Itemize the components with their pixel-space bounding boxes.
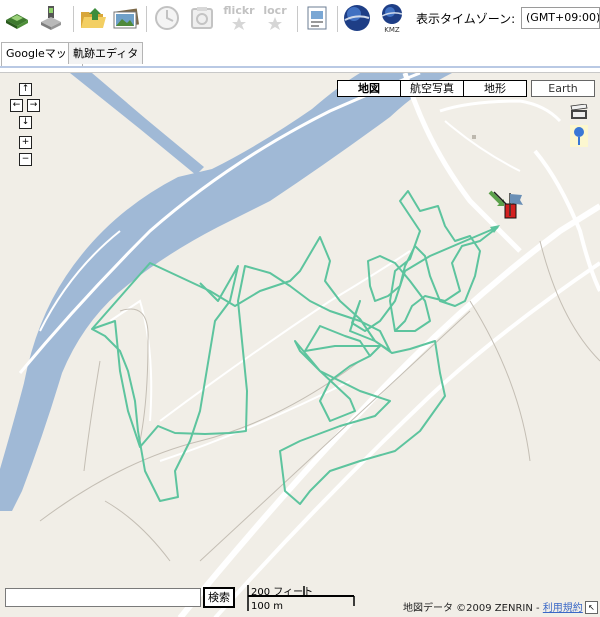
map-view[interactable]: ↑ ← → ↓ + − 地図 航空写真 地形 Earth 検索 200 フィート… bbox=[0, 72, 600, 617]
river-inlet bbox=[70, 73, 204, 175]
toolbar-separator bbox=[73, 6, 74, 32]
google-earth-icon[interactable] bbox=[342, 3, 372, 33]
locr-icon[interactable]: locr bbox=[258, 3, 292, 33]
pan-down-button[interactable]: ↓ bbox=[19, 116, 32, 129]
clock-icon[interactable] bbox=[152, 3, 182, 33]
scale-imperial: 200 フィート bbox=[251, 587, 314, 598]
document-icon[interactable] bbox=[302, 3, 332, 33]
search-button[interactable]: 検索 bbox=[203, 587, 235, 608]
search-input[interactable] bbox=[5, 588, 201, 607]
toolbar-separator bbox=[146, 6, 147, 32]
toolbar-separator bbox=[297, 6, 298, 32]
pan-left-button[interactable]: ← bbox=[10, 99, 23, 112]
toolbar: flickr locr KMZ 表示タイムゾーン: (GMT+09:00) bbox=[0, 0, 600, 41]
path bbox=[104, 500, 171, 562]
road bbox=[439, 99, 562, 123]
toolbar-separator bbox=[337, 6, 338, 32]
timezone-select[interactable]: (GMT+09:00) 大 bbox=[521, 7, 600, 29]
timezone-label: 表示タイムゾーン: bbox=[416, 12, 516, 26]
path bbox=[199, 310, 471, 562]
map-type-control: 地図 航空写真 地形 Earth bbox=[337, 80, 595, 97]
save-disk-icon[interactable] bbox=[2, 3, 32, 33]
svg-text:flickr: flickr bbox=[223, 4, 255, 17]
map-pin-icon[interactable] bbox=[570, 125, 588, 147]
map-type-satellite[interactable]: 航空写真 bbox=[400, 80, 464, 97]
path bbox=[119, 308, 149, 442]
kmz-icon[interactable]: KMZ bbox=[377, 3, 407, 34]
road bbox=[177, 203, 600, 617]
path bbox=[83, 360, 101, 472]
road bbox=[533, 149, 600, 292]
svg-text:KMZ: KMZ bbox=[384, 26, 400, 34]
road bbox=[444, 120, 521, 172]
river bbox=[0, 73, 452, 511]
pan-right-button[interactable]: → bbox=[27, 99, 40, 112]
pan-up-button[interactable]: ↑ bbox=[19, 83, 32, 96]
map-type-map[interactable]: 地図 bbox=[337, 80, 401, 97]
tab-divider bbox=[0, 66, 600, 68]
scale-metric: 100 m bbox=[251, 601, 284, 612]
map-type-earth[interactable]: Earth bbox=[531, 80, 595, 97]
path bbox=[469, 300, 531, 462]
copyright: 地図データ ©2009 ZENRIN - 利用規約 bbox=[403, 599, 583, 614]
overview-toggle-icon[interactable]: ↖ bbox=[585, 601, 598, 614]
svg-text:locr: locr bbox=[263, 4, 287, 17]
zoom-in-button[interactable]: + bbox=[19, 136, 32, 149]
gps-device-icon[interactable] bbox=[36, 3, 66, 33]
open-folder-icon[interactable] bbox=[78, 3, 108, 33]
copyright-text: 地図データ ©2009 ZENRIN - bbox=[403, 603, 543, 614]
building bbox=[472, 135, 476, 139]
gps-track bbox=[91, 226, 499, 505]
map-canvas bbox=[0, 73, 600, 617]
zoom-out-button[interactable]: − bbox=[19, 153, 32, 166]
movie-clapper-icon[interactable] bbox=[570, 103, 588, 123]
gps-track bbox=[91, 265, 239, 502]
terms-link[interactable]: 利用規約 bbox=[543, 603, 583, 614]
tab-track-editor[interactable]: 軌跡エディタ bbox=[68, 42, 144, 64]
flickr-icon[interactable]: flickr bbox=[222, 3, 256, 33]
waypoint-flag-icon[interactable] bbox=[488, 190, 528, 227]
photo-icon[interactable] bbox=[111, 3, 141, 33]
map-type-terrain[interactable]: 地形 bbox=[463, 80, 527, 97]
tab-bar: Googleマップ 軌跡エディタ bbox=[0, 40, 600, 66]
camera-icon[interactable] bbox=[187, 3, 217, 33]
